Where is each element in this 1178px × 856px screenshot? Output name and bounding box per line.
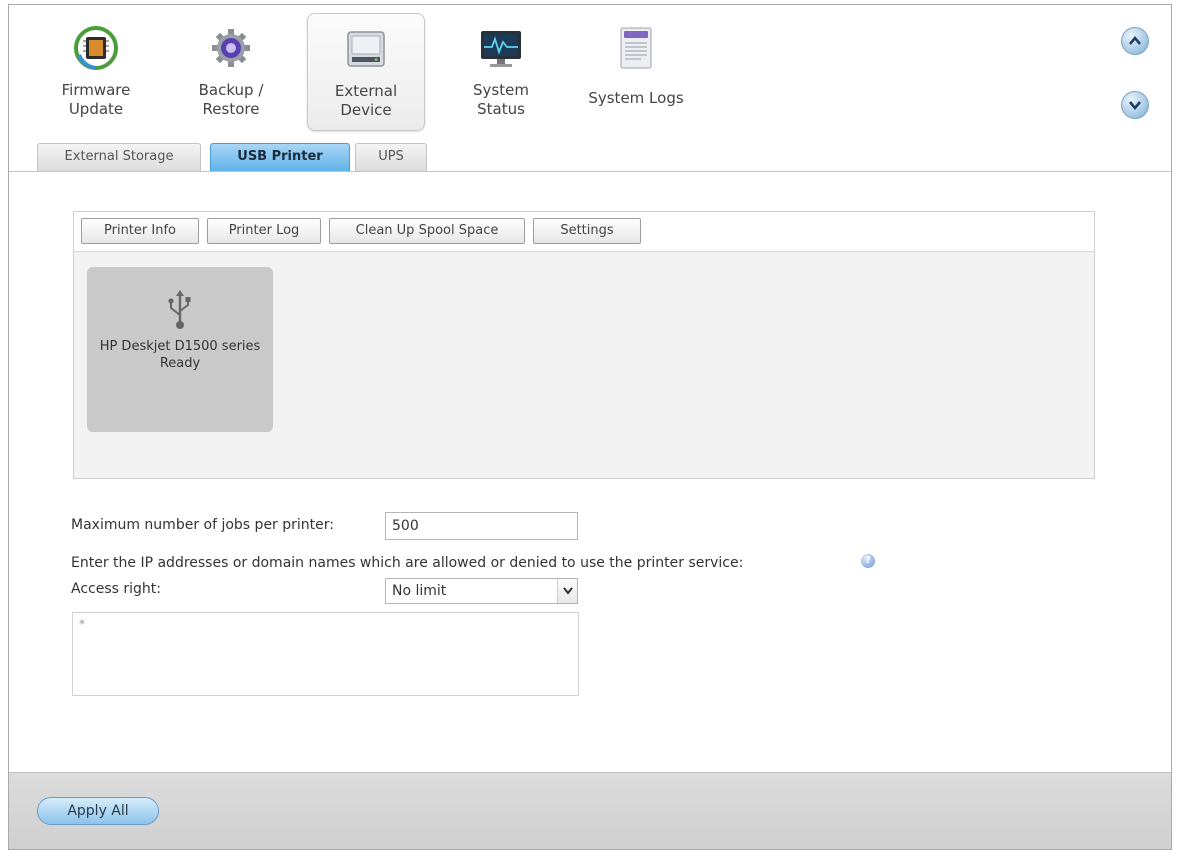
access-right-value: No limit (392, 583, 447, 599)
app-backup-restore[interactable]: Backup / Restore (172, 13, 290, 131)
chevron-down-icon (1129, 101, 1141, 111)
printer-status: Ready (159, 356, 201, 371)
ip-list-textarea[interactable]: * (72, 612, 579, 696)
log-document-icon (613, 25, 659, 71)
tab-usb-printer[interactable]: USB Printer (210, 143, 350, 171)
monitor-status-icon (478, 25, 524, 71)
scroll-up-button[interactable] (1121, 27, 1149, 55)
app-window: Firmware Update Backup / Restore Externa… (8, 4, 1172, 850)
firmware-chip-icon (73, 25, 119, 71)
dropdown-arrow[interactable] (557, 579, 577, 603)
app-label: Firmware Update (61, 81, 131, 118)
ip-instruction-text: Enter the IP addresses or domain names w… (71, 555, 744, 571)
printer-info-button[interactable]: Printer Info (81, 218, 199, 244)
app-launcher-bar: Firmware Update Backup / Restore Externa… (9, 5, 1171, 171)
printer-toolbar: Printer Info Printer Log Clean Up Spool … (74, 212, 1094, 252)
scroll-down-button[interactable] (1121, 91, 1149, 119)
clean-spool-button[interactable]: Clean Up Spool Space (329, 218, 525, 244)
tab-divider (9, 171, 1171, 172)
printer-log-button[interactable]: Printer Log (207, 218, 321, 244)
app-label: System Status (473, 81, 529, 118)
access-right-select[interactable]: No limit (385, 578, 578, 604)
chevron-up-icon (1129, 35, 1141, 45)
printer-name: HP Deskjet D1500 series (99, 339, 261, 354)
settings-button[interactable]: Settings (533, 218, 641, 244)
app-external-device[interactable]: External Device (307, 13, 425, 131)
backup-gear-icon (208, 25, 254, 71)
apply-all-button[interactable]: Apply All (37, 797, 159, 825)
max-jobs-label: Maximum number of jobs per printer: (71, 517, 334, 533)
printer-panel: Printer Info Printer Log Clean Up Spool … (73, 211, 1095, 479)
access-right-label: Access right: (71, 581, 161, 597)
tab-external-storage[interactable]: External Storage (37, 143, 201, 171)
tab-ups[interactable]: UPS (355, 143, 427, 171)
help-icon[interactable]: ? (861, 554, 875, 568)
app-system-logs[interactable]: System Logs (577, 13, 695, 131)
usb-icon (166, 289, 194, 335)
app-system-status[interactable]: System Status (442, 13, 560, 131)
app-label: Backup / Restore (198, 81, 264, 118)
printer-tile[interactable]: HP Deskjet D1500 series Ready (87, 267, 273, 432)
app-label: External Device (334, 82, 398, 119)
app-label: System Logs (588, 89, 684, 107)
external-drive-icon (343, 26, 389, 72)
footer-bar: Apply All (9, 772, 1171, 849)
chevron-down-icon (563, 587, 573, 595)
app-firmware-update[interactable]: Firmware Update (37, 13, 155, 131)
max-jobs-input[interactable] (385, 512, 578, 540)
